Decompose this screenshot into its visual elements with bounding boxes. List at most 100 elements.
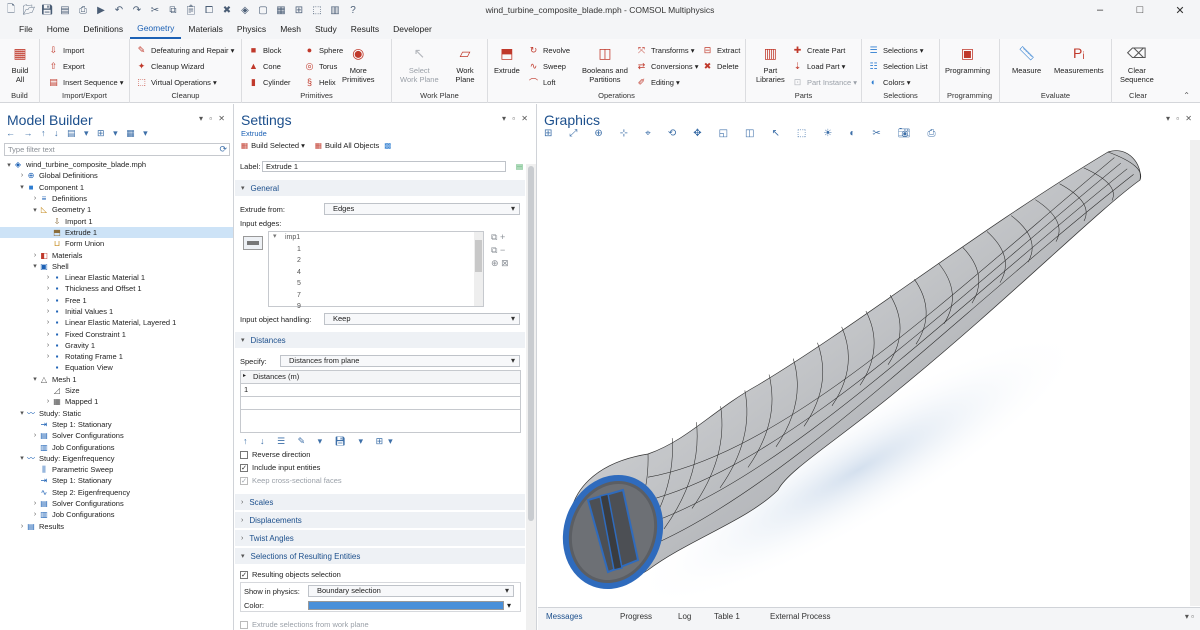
collapse-icon[interactable]: ▾: [18, 183, 26, 191]
default-view-icon[interactable]: ◱: [719, 128, 731, 139]
checkbox-row[interactable]: ✓ Keep cross-sectional faces: [240, 476, 342, 485]
expand-icon[interactable]: ›: [44, 319, 52, 326]
menu-geometry[interactable]: Geometry: [130, 20, 182, 39]
build-all-button[interactable]: ▦ Build All: [9, 42, 31, 85]
filter-input[interactable]: Type filter text: [4, 143, 230, 156]
tree-node[interactable]: ▾ ▣ Shell: [0, 261, 233, 272]
sweep-button[interactable]: ∿ Sweep: [528, 59, 566, 73]
tree-node[interactable]: › ▤ Solver Configurations: [0, 430, 233, 441]
tree-node[interactable]: › ▥ Job Configurations: [0, 509, 233, 520]
build-all-objects-button[interactable]: ▦ Build All Objects ▩: [315, 141, 391, 150]
loft-button[interactable]: ⌒ Loft: [528, 75, 556, 89]
tree-node[interactable]: › ▪ Thickness and Offset 1: [0, 283, 233, 294]
collapse-icon[interactable]: ▾: [31, 262, 39, 270]
extrude-selections-checkbox[interactable]: [240, 620, 248, 629]
menu-mesh[interactable]: Mesh: [273, 20, 308, 39]
graphics-toolbar[interactable]: ⊞ ⤢ ⊕ ⊹ ⌖ ⟲ ✥ ◱ ◫ ↖ ⬚ ☀ ◐ ✂ 📷︎ ⎙: [544, 128, 952, 139]
settings-scrollbar[interactable]: [526, 164, 536, 630]
refresh-icon[interactable]: ⟳: [219, 144, 227, 155]
expand-icon[interactable]: ›: [44, 398, 52, 405]
collapse-icon[interactable]: ▾: [31, 206, 39, 214]
edge-list-item[interactable]: 9: [269, 301, 483, 313]
physics-builder-icon[interactable]: ⬚: [310, 3, 324, 17]
menu-physics[interactable]: Physics: [230, 20, 273, 39]
redo-icon[interactable]: ↷: [130, 3, 144, 17]
collapse-ribbon-icon[interactable]: ⌃: [1183, 91, 1190, 100]
color-swatch[interactable]: [308, 601, 504, 610]
table-row[interactable]: 1: [241, 384, 520, 397]
zoom-selection-icon[interactable]: ⊕: [491, 258, 499, 268]
booleans-button[interactable]: ◫ Booleans and Partitions: [582, 42, 628, 85]
helix-button[interactable]: § Helix: [304, 75, 336, 89]
menu-file[interactable]: File: [12, 20, 40, 39]
programming-button[interactable]: ▣ Programming: [945, 42, 990, 76]
menu-home[interactable]: Home: [40, 20, 77, 39]
tree-node[interactable]: ▾ ■ Component 1: [0, 182, 233, 193]
method-editor-icon[interactable]: ⊞: [292, 3, 306, 17]
copy-icon[interactable]: ⧉: [166, 3, 180, 17]
select-work-plane-button[interactable]: ↖ Select Work Plane: [400, 42, 439, 85]
rotate-icon[interactable]: ⟲: [668, 128, 679, 139]
checkbox-row[interactable]: Reverse direction: [240, 450, 310, 459]
tree-node[interactable]: › ▪ Initial Values 1: [0, 306, 233, 317]
tree-node[interactable]: › ▪ Rotating Frame 1: [0, 351, 233, 362]
edge-list-item[interactable]: 4: [269, 267, 483, 279]
tree-node[interactable]: ∿ Step 2: Eigenfrequency: [0, 487, 233, 498]
cleanup-wizard-button[interactable]: ✦ Cleanup Wizard: [136, 59, 205, 73]
collapse-icon[interactable]: ▾: [18, 409, 26, 417]
show-in-physics-select[interactable]: Boundary selection: [308, 585, 514, 597]
edges-list-scrollbar[interactable]: [474, 232, 483, 306]
tree-node[interactable]: ⇥ Step 1: Stationary: [0, 475, 233, 486]
checkbox-row[interactable]: ✓ Include input entities: [240, 463, 320, 472]
panel-menu-icon[interactable]: ▾ ▫ ✕: [199, 114, 227, 123]
transforms-button[interactable]: ⤧ Transforms ▾: [636, 43, 695, 57]
print-graphics-icon[interactable]: ⎙: [927, 128, 938, 139]
save-icon[interactable]: 💾︎: [40, 3, 54, 17]
delete-button[interactable]: ✖ Delete: [702, 59, 739, 73]
more-primitives-button[interactable]: ◉ More Primitives: [342, 42, 375, 85]
tree-node[interactable]: ▾ 〰 Study: Eigenfrequency: [0, 453, 233, 464]
specify-select[interactable]: Distances from plane: [280, 355, 520, 367]
paste-selection-icon[interactable]: ⧉: [491, 245, 497, 255]
message-tab[interactable]: Progress: [620, 612, 652, 621]
create-part-button[interactable]: ✚ Create Part: [792, 43, 846, 57]
measurements-button[interactable]: Pᵢ Measurements: [1054, 42, 1104, 76]
zoom-box-icon[interactable]: ⊞: [544, 128, 555, 139]
work-plane-button[interactable]: ▱ Work Plane: [454, 42, 476, 85]
expand-icon[interactable]: ›: [44, 331, 52, 338]
export-button[interactable]: ⇧ Export: [48, 59, 85, 73]
collapse-icon[interactable]: ▾: [31, 375, 39, 383]
camera-icon[interactable]: 📷︎: [898, 128, 914, 139]
move-icon[interactable]: ✥: [693, 128, 704, 139]
edge-list-item[interactable]: 7: [269, 290, 483, 302]
menu-study[interactable]: Study: [308, 20, 344, 39]
menu-materials[interactable]: Materials: [181, 20, 229, 39]
cut-icon[interactable]: ✂: [148, 3, 162, 17]
menu-developer[interactable]: Developer: [386, 20, 439, 39]
edge-list-item[interactable]: 1: [269, 244, 483, 256]
revolve-button[interactable]: ↻ Revolve: [528, 43, 570, 57]
edge-list-item[interactable]: imp1: [269, 232, 483, 244]
checkbox[interactable]: ✓: [240, 476, 248, 485]
message-tab[interactable]: Messages: [546, 612, 582, 621]
print-icon[interactable]: ⎙: [76, 3, 90, 17]
tree-node[interactable]: ▥ Job Configurations: [0, 441, 233, 452]
message-tab[interactable]: Log: [678, 612, 691, 621]
clear-sequence-button[interactable]: ⌫ Clear Sequence: [1120, 42, 1154, 85]
selections-button[interactable]: ☰ Selections ▾: [868, 43, 923, 57]
message-tab[interactable]: Table 1: [714, 612, 740, 621]
expand-icon[interactable]: ›: [44, 274, 52, 281]
section-displacements[interactable]: › Displacements: [235, 512, 525, 528]
tree-node[interactable]: › ◧ Materials: [0, 249, 233, 260]
duplicate-icon[interactable]: ⧠: [202, 3, 216, 17]
expand-icon[interactable]: ›: [31, 432, 39, 439]
extract-button[interactable]: ⊟ Extract: [702, 43, 741, 57]
edge-list-item[interactable]: 5: [269, 278, 483, 290]
panel-menu-icon[interactable]: ▾ ▫ ✕: [502, 114, 530, 123]
tree-node[interactable]: ▾ △ Mesh 1: [0, 374, 233, 385]
sphere-button[interactable]: ● Sphere: [304, 43, 343, 57]
transparency-icon[interactable]: ◫: [745, 128, 757, 139]
message-tab[interactable]: External Process: [770, 612, 830, 621]
application-builder-icon[interactable]: ▦: [274, 3, 288, 17]
cylinder-button[interactable]: ▮ Cylinder: [248, 75, 291, 89]
